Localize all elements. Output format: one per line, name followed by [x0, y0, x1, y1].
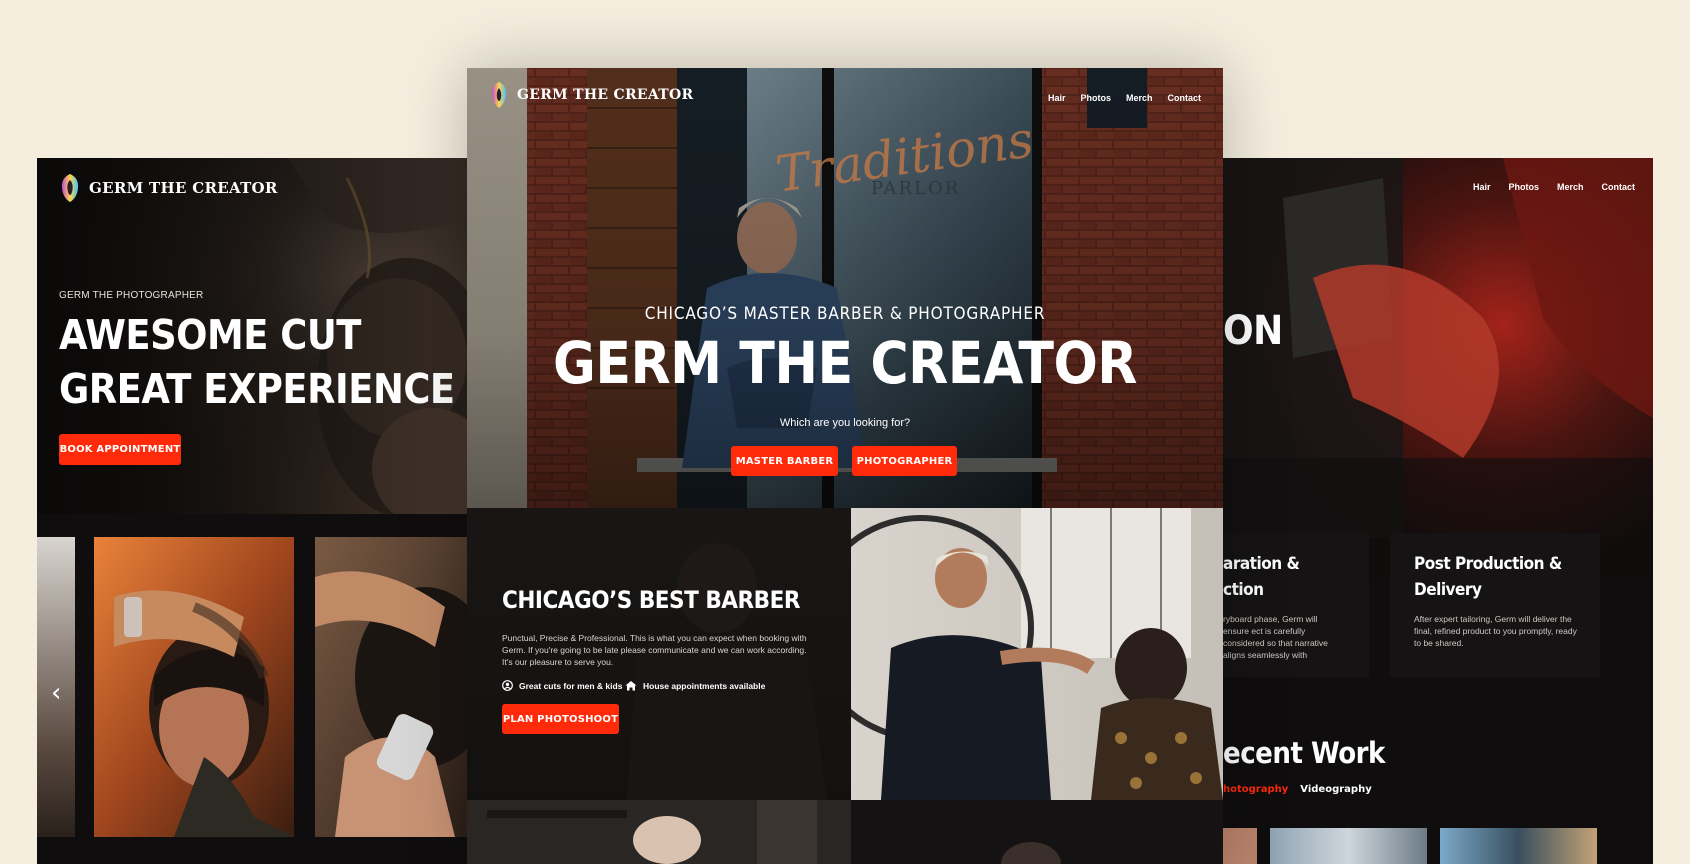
bottom-dark-strip: [851, 800, 1223, 864]
right-partial-headline: ON: [1223, 308, 1283, 354]
left-hero: GERM THE CREATOR GERM THE PHOTOGRAPHER A…: [37, 158, 467, 514]
nav-merch[interactable]: Merch: [1557, 182, 1584, 192]
feature-cuts-label: Great cuts for men & kids: [519, 680, 623, 691]
card1-title-line1: aration &: [1223, 554, 1300, 574]
camera-photo: [1223, 158, 1653, 578]
logo-icon: [61, 174, 79, 202]
nav-contact[interactable]: Contact: [1602, 182, 1636, 192]
storefront-photo: [467, 68, 1223, 508]
center-nav: Hair Photos Merch Contact: [1048, 93, 1201, 103]
card2-title-line2: Delivery: [1414, 580, 1482, 600]
logo-icon: [491, 82, 507, 108]
home-icon: [625, 681, 637, 691]
center-hero: Traditions PARLOR GERM THE CREATOR Hair …: [467, 68, 1223, 508]
nav-merch[interactable]: Merch: [1126, 93, 1153, 103]
right-nav: Hair Photos Merch Contact: [1473, 182, 1635, 192]
bottom-photo: [1001, 842, 1061, 864]
recent-work-thumb-3[interactable]: [1440, 828, 1597, 864]
left-page-preview: GERM THE CREATOR GERM THE PHOTOGRAPHER A…: [37, 158, 467, 864]
left-logo[interactable]: GERM THE CREATOR: [59, 172, 278, 204]
card2-title-line1: Post Production &: [1414, 554, 1562, 574]
barber-at-work-photo: [851, 508, 1223, 800]
plan-photoshoot-button[interactable]: PLAN PHOTOSHOOT: [502, 704, 619, 734]
right-page-preview: Hair Photos Merch Contact ON aration & c…: [1223, 158, 1653, 864]
card1-title-line2: ction: [1223, 580, 1264, 600]
headline-line-1: AWESOME CUT: [59, 311, 361, 359]
nav-hair[interactable]: Hair: [1048, 93, 1066, 103]
nav-contact[interactable]: Contact: [1168, 93, 1202, 103]
recent-work-thumb-1[interactable]: [1223, 828, 1257, 864]
hero-subtitle: CHICAGO’S MASTER BARBER & PHOTOGRAPHER: [644, 304, 1046, 324]
photographer-button[interactable]: PHOTOGRAPHER: [852, 446, 957, 476]
left-eyebrow: GERM THE PHOTOGRAPHER: [59, 290, 204, 301]
logo-text: GERM THE CREATOR: [517, 87, 694, 103]
gallery-image-clipper[interactable]: [315, 537, 467, 837]
gallery-image-tattoo-barber[interactable]: [94, 537, 294, 837]
card1-body: ryboard phase, Germ will ensure ect is c…: [1223, 614, 1328, 660]
book-appointment-button[interactable]: BOOK APPOINTMENT: [59, 434, 181, 465]
section-heading: CHICAGO’S BEST BARBER: [502, 586, 800, 614]
section-body: Punctual, Precise & Professional. This i…: [502, 633, 807, 667]
recent-work-thumb-2[interactable]: [1270, 828, 1427, 864]
feature-cuts: Great cuts for men & kids: [502, 680, 622, 691]
cap-photo: [487, 800, 817, 864]
headline-line-2: GREAT EXPERIENCE: [59, 365, 455, 413]
bottom-photo-cap: [467, 800, 851, 864]
service-card-post-production: Post Production & Delivery After expert …: [1390, 533, 1600, 677]
center-page-preview: Traditions PARLOR GERM THE CREATOR Hair …: [467, 68, 1223, 864]
nav-photos[interactable]: Photos: [1080, 93, 1111, 103]
nav-photos[interactable]: Photos: [1508, 182, 1539, 192]
service-card-preparation: aration & ction ryboard phase, Germ will…: [1223, 533, 1369, 677]
hero-question: Which are you looking for?: [779, 417, 911, 429]
nav-hair[interactable]: Hair: [1473, 182, 1491, 192]
tab-videography[interactable]: Videography: [1300, 784, 1371, 795]
carousel-prev-icon[interactable]: ‹: [51, 678, 61, 708]
master-barber-button[interactable]: MASTER BARBER: [731, 446, 838, 476]
window-sign-sub: PARLOR: [871, 178, 961, 199]
feature-house-label: House appointments available: [643, 680, 766, 691]
center-logo[interactable]: GERM THE CREATOR: [489, 80, 693, 110]
user-icon: [502, 680, 513, 691]
logo-text: GERM THE CREATOR: [89, 179, 278, 197]
left-footer-strip: [37, 842, 467, 864]
recent-work-tabs: hotography Videography: [1223, 784, 1372, 795]
feature-house: House appointments available: [625, 680, 765, 691]
card2-body: After expert tailoring, Germ will delive…: [1414, 614, 1577, 648]
left-headline: AWESOME CUT GREAT EXPERIENCE: [59, 308, 455, 416]
best-barber-section: CHICAGO’S BEST BARBER Punctual, Precise …: [467, 508, 851, 800]
recent-work-heading: ecent Work: [1223, 736, 1385, 770]
hero-title: GERM THE CREATOR: [553, 329, 1137, 397]
tab-photography[interactable]: hotography: [1223, 784, 1288, 795]
